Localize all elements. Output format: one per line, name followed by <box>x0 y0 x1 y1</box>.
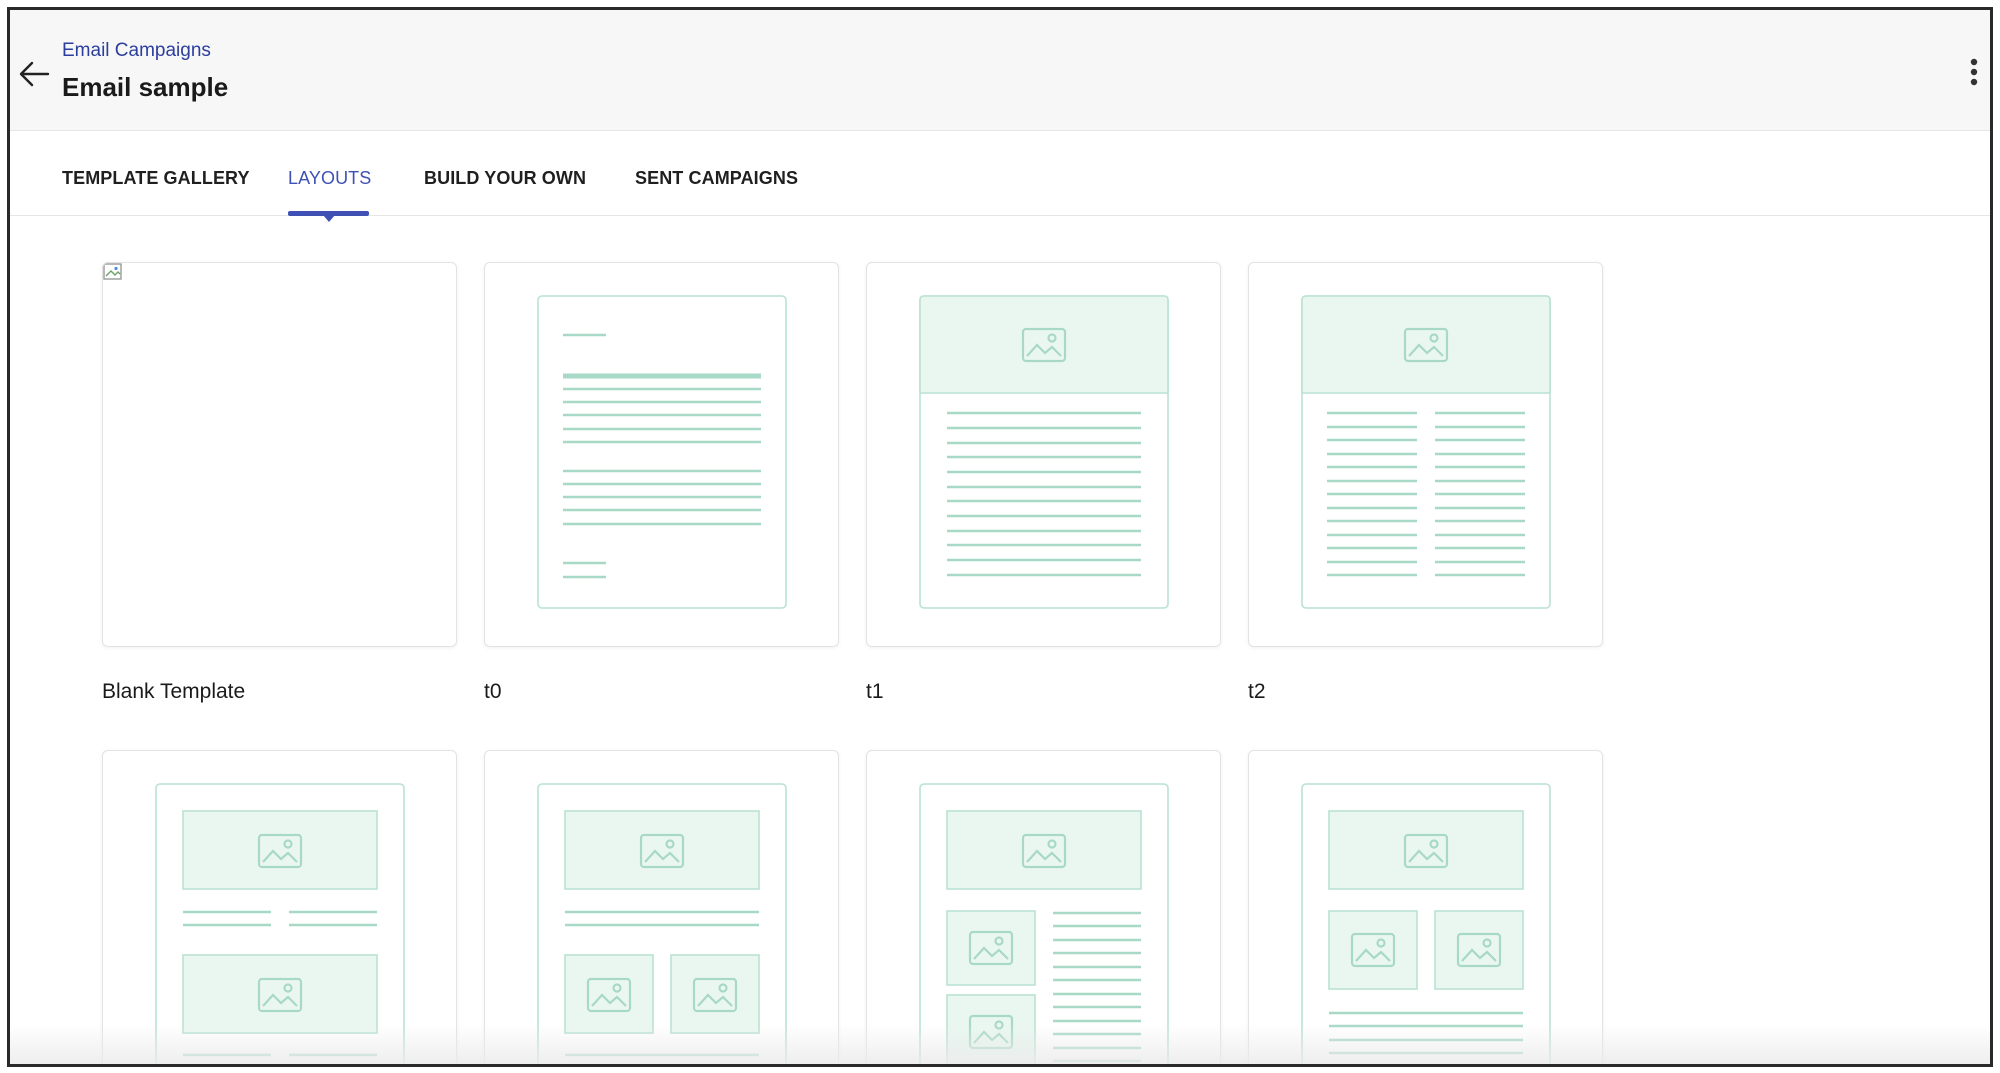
layout-card-t1[interactable] <box>866 262 1221 647</box>
layout-preview <box>1301 783 1551 1064</box>
layout-card-t2[interactable] <box>1248 262 1603 647</box>
layout-preview <box>1301 295 1551 609</box>
layout-label: Blank Template <box>102 680 246 703</box>
layout-preview <box>919 295 1169 609</box>
layout-label: t2 <box>1248 680 1266 703</box>
layout-card-image-text-two-images[interactable] <box>484 750 839 1064</box>
layout-preview <box>537 783 787 1064</box>
layout-card-image-stacked-images-text[interactable] <box>866 750 1221 1064</box>
layout-preview <box>537 295 787 609</box>
layout-card-two-image-sections[interactable] <box>102 750 457 1064</box>
layout-label: t0 <box>484 680 502 703</box>
layout-label: t1 <box>866 680 884 703</box>
layout-card-blank[interactable] <box>102 262 457 647</box>
app-window: Email Campaigns Email sample TEMPLATE GA… <box>7 7 1993 1067</box>
layout-preview <box>155 783 405 1064</box>
layout-preview <box>919 783 1169 1064</box>
layout-card-t0[interactable] <box>484 262 839 647</box>
layout-card-image-two-images-text[interactable] <box>1248 750 1603 1064</box>
broken-image-icon <box>103 263 122 280</box>
layout-grid: Blank Template t0 t1 t2 <box>10 10 1990 1064</box>
scroll-fade <box>10 1024 1990 1064</box>
